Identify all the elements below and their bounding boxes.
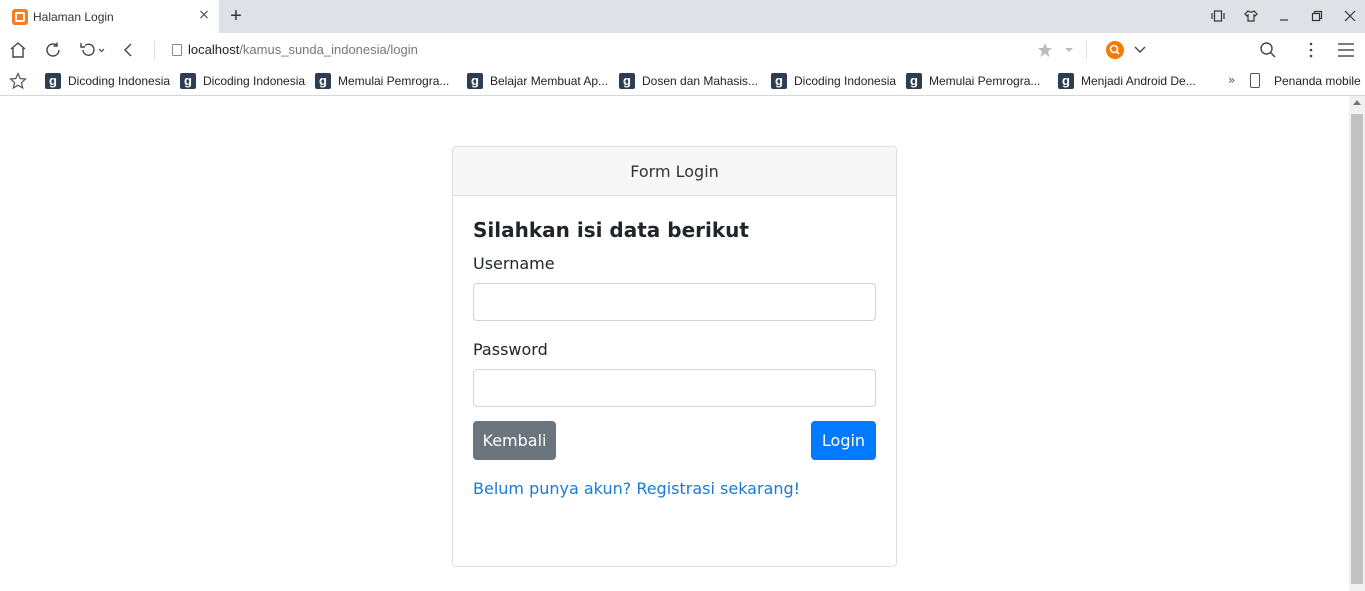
search-engine-icon[interactable] xyxy=(1104,39,1126,61)
tab-bar: Halaman Login × + xyxy=(0,0,1365,33)
dicoding-icon: g xyxy=(315,72,331,89)
bookmark-item[interactable]: g Dosen dan Mahasis... xyxy=(619,66,758,95)
toolbar-divider xyxy=(1086,41,1087,59)
url-path: /kamus_sunda_indonesia/login xyxy=(239,42,418,57)
restore-icon[interactable] xyxy=(1307,6,1327,26)
bookmark-item[interactable]: g Dicoding Indonesia xyxy=(45,66,170,95)
dicoding-icon: g xyxy=(45,72,61,89)
tab-layout-icon[interactable] xyxy=(1208,6,1228,26)
dicoding-icon: g xyxy=(906,72,922,89)
page-info-icon[interactable] xyxy=(172,43,182,56)
navigation-bar: localhost/kamus_sunda_indonesia/login xyxy=(0,33,1365,66)
bookmark-item[interactable]: g Belajar Membuat Ap... xyxy=(467,66,608,95)
bookmark-label: Dicoding Indonesia xyxy=(203,73,306,88)
hamburger-menu-icon[interactable] xyxy=(1335,39,1357,61)
bookmark-label: Dicoding Indonesia xyxy=(68,73,171,88)
bookmark-item[interactable]: g Memulai Pemrogra... xyxy=(315,66,449,95)
browser-tab[interactable]: Halaman Login × xyxy=(0,0,219,33)
login-card: Form Login Silahkan isi data berikut Use… xyxy=(452,146,897,567)
reload-icon[interactable] xyxy=(42,39,64,61)
mobile-bookmarks-label: Penanda mobile xyxy=(1274,73,1361,88)
bookmark-label: Menjadi Android De... xyxy=(1081,73,1196,88)
url-host: localhost xyxy=(188,42,240,57)
button-row: Kembali Login xyxy=(473,421,876,460)
undo-close-tab-icon[interactable] xyxy=(78,39,108,61)
password-label: Password xyxy=(473,340,548,359)
chevron-down-icon[interactable] xyxy=(1129,39,1151,61)
bookmark-label: Dosen dan Mahasis... xyxy=(642,73,759,88)
dicoding-icon: g xyxy=(619,72,635,89)
vertical-scrollbar[interactable] xyxy=(1349,96,1365,591)
register-link[interactable]: Belum punya akun? Registrasi sekarang! xyxy=(473,479,800,498)
mobile-bookmarks[interactable]: Penanda mobile xyxy=(1250,66,1361,95)
dicoding-icon: g xyxy=(467,72,483,89)
minimize-icon[interactable] xyxy=(1274,6,1294,26)
bookmark-dropdown-icon[interactable] xyxy=(1058,39,1080,61)
dicoding-icon: g xyxy=(771,72,787,89)
scrollbar-thumb[interactable] xyxy=(1351,114,1363,584)
bookmark-item[interactable]: g Menjadi Android De... xyxy=(1058,66,1196,95)
bookmark-label: Belajar Membuat Ap... xyxy=(490,73,609,88)
bookmark-star-icon[interactable] xyxy=(1034,39,1056,61)
login-button[interactable]: Login xyxy=(811,421,876,460)
username-input[interactable] xyxy=(473,283,876,321)
close-tab-icon[interactable]: × xyxy=(197,8,211,22)
bookmark-item[interactable]: g Dicoding Indonesia xyxy=(771,66,896,95)
password-input[interactable] xyxy=(473,369,876,407)
bookmarks-star-icon[interactable] xyxy=(9,72,27,90)
tab-title: Halaman Login xyxy=(33,9,114,24)
bookmark-label: Dicoding Indonesia xyxy=(794,73,897,88)
dicoding-icon: g xyxy=(1058,72,1074,89)
bookmark-item[interactable]: g Dicoding Indonesia xyxy=(180,66,305,95)
bookmark-label: Memulai Pemrogra... xyxy=(929,73,1041,88)
card-header: Form Login xyxy=(453,147,896,196)
skin-shirt-icon[interactable] xyxy=(1241,6,1261,26)
back-button[interactable]: Kembali xyxy=(473,421,556,460)
form-heading: Silahkan isi data berikut xyxy=(473,218,749,242)
close-window-icon[interactable] xyxy=(1340,6,1360,26)
mobile-phone-icon xyxy=(1250,73,1260,88)
more-bookmarks-icon[interactable]: » xyxy=(1228,73,1235,87)
address-divider xyxy=(154,41,155,59)
home-icon[interactable] xyxy=(7,39,29,61)
xampp-favicon-icon xyxy=(12,8,28,25)
address-bar[interactable]: localhost/kamus_sunda_indonesia/login xyxy=(172,33,418,66)
dicoding-icon: g xyxy=(180,72,196,89)
page-viewport: Form Login Silahkan isi data berikut Use… xyxy=(0,96,1349,591)
scroll-up-arrow-icon[interactable] xyxy=(1353,100,1361,105)
back-icon[interactable] xyxy=(118,39,140,61)
bookmark-label: Memulai Pemrogra... xyxy=(338,73,450,88)
username-label: Username xyxy=(473,254,555,273)
bookmarks-bar: g Dicoding Indonesia g Dicoding Indonesia … xyxy=(0,66,1365,96)
card-body: Silahkan isi data berikut Username Passw… xyxy=(453,196,896,518)
search-icon[interactable] xyxy=(1257,39,1279,61)
new-tab-icon[interactable]: + xyxy=(226,6,246,26)
more-menu-icon[interactable] xyxy=(1300,39,1322,61)
bookmark-item[interactable]: g Memulai Pemrogra... xyxy=(906,66,1040,95)
